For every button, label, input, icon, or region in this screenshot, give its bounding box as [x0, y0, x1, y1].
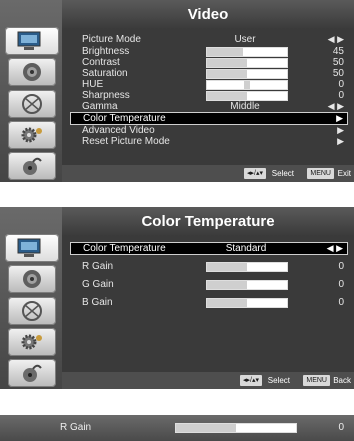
menu-item-hue[interactable]: HUE 0: [70, 79, 348, 90]
back-hint[interactable]: Back: [333, 372, 351, 389]
panel-title: Color Temperature: [62, 207, 354, 236]
menu-item-reset-picture-mode[interactable]: Reset Picture Mode ▶: [70, 136, 348, 147]
tv-icon: [17, 31, 41, 50]
right-arrow-icon: ▶: [337, 125, 344, 135]
menu-item-color-temperature[interactable]: Color Temperature ▶: [70, 112, 348, 125]
gear-icon: [21, 127, 42, 143]
menu-key-badge: MENU: [303, 375, 330, 387]
hue-slider[interactable]: [206, 80, 288, 90]
select-hint: Select: [271, 169, 294, 178]
menu-item-gamma[interactable]: Gamma Middle ◀ ▶: [70, 101, 348, 112]
satellite-icon-tab[interactable]: [8, 90, 56, 118]
tv-icon-tab[interactable]: [5, 27, 59, 55]
menu-key-badge: MENU: [307, 168, 334, 180]
video-menu-panel: Video Picture Mode User ◀ ▶ Brightness 4…: [0, 0, 354, 182]
menu-item-g-gain[interactable]: G Gain 0: [70, 279, 348, 290]
tv-icon: [17, 238, 41, 257]
menu-item-brightness[interactable]: Brightness 45: [70, 46, 348, 57]
nav-keys-badge: ◂▸/▴▾: [240, 375, 262, 387]
gear-icon: [21, 334, 42, 350]
panel-footer: ◂▸/▴▾ Select MENU Exit: [62, 165, 354, 182]
gear-icon-tab[interactable]: [8, 328, 56, 356]
select-hint: Select: [267, 376, 290, 385]
left-right-arrow-icon: ◀ ▶: [327, 34, 344, 44]
speaker-icon-tab[interactable]: [8, 265, 56, 293]
right-arrow-icon: ▶: [336, 113, 343, 123]
nav-keys-badge: ◂▸/▴▾: [244, 168, 266, 180]
color-temperature-panel: Color Temperature Color Temperature Stan…: [0, 207, 354, 389]
speaker-icon: [23, 270, 41, 288]
panel-title: Video: [62, 0, 354, 29]
lock-icon: [23, 157, 42, 175]
adjust-label: R Gain: [60, 422, 92, 433]
satellite-icon: [22, 94, 42, 114]
g-gain-slider[interactable]: [206, 280, 288, 290]
lock-icon: [23, 364, 42, 382]
menu-item-picture-mode[interactable]: Picture Mode User ◀ ▶: [70, 34, 348, 45]
adjust-value: 0: [338, 422, 344, 433]
speaker-icon: [23, 63, 41, 81]
menu-item-advanced-video[interactable]: Advanced Video ▶: [70, 125, 348, 136]
lock-icon-tab[interactable]: [8, 152, 56, 180]
menu-item-contrast[interactable]: Contrast 50: [70, 57, 348, 68]
r-gain-slider[interactable]: [206, 262, 288, 272]
left-right-arrow-icon: ◀ ▶: [327, 101, 344, 111]
left-right-arrow-icon: ◀ ▶: [326, 243, 343, 253]
r-gain-adjust-slider[interactable]: [175, 423, 297, 433]
r-gain-adjust-bar: R Gain 0: [0, 415, 354, 441]
panel-footer: ◂▸/▴▾ Select MENU Back: [62, 372, 354, 389]
sharpness-slider[interactable]: [206, 91, 288, 101]
menu-item-sharpness[interactable]: Sharpness 0: [70, 90, 348, 101]
menu-list: Picture Mode User ◀ ▶ Brightness 45 Cont…: [62, 29, 354, 165]
menu-item-saturation[interactable]: Saturation 50: [70, 68, 348, 79]
brightness-slider[interactable]: [206, 47, 288, 57]
satellite-icon: [22, 301, 42, 321]
right-arrow-icon: ▶: [337, 136, 344, 146]
saturation-slider[interactable]: [206, 69, 288, 79]
satellite-icon-tab[interactable]: [8, 297, 56, 325]
tv-icon-tab[interactable]: [5, 234, 59, 262]
lock-icon-tab[interactable]: [8, 359, 56, 387]
contrast-slider[interactable]: [206, 58, 288, 68]
b-gain-slider[interactable]: [206, 298, 288, 308]
menu-list: Color Temperature Standard ◀ ▶ R Gain 0 …: [62, 236, 354, 372]
exit-hint[interactable]: Exit: [338, 165, 351, 182]
menu-item-r-gain[interactable]: R Gain 0: [70, 261, 348, 272]
menu-item-b-gain[interactable]: B Gain 0: [70, 297, 348, 308]
gear-icon-tab[interactable]: [8, 121, 56, 149]
menu-item-color-temperature[interactable]: Color Temperature Standard ◀ ▶: [70, 242, 348, 255]
speaker-icon-tab[interactable]: [8, 58, 56, 86]
